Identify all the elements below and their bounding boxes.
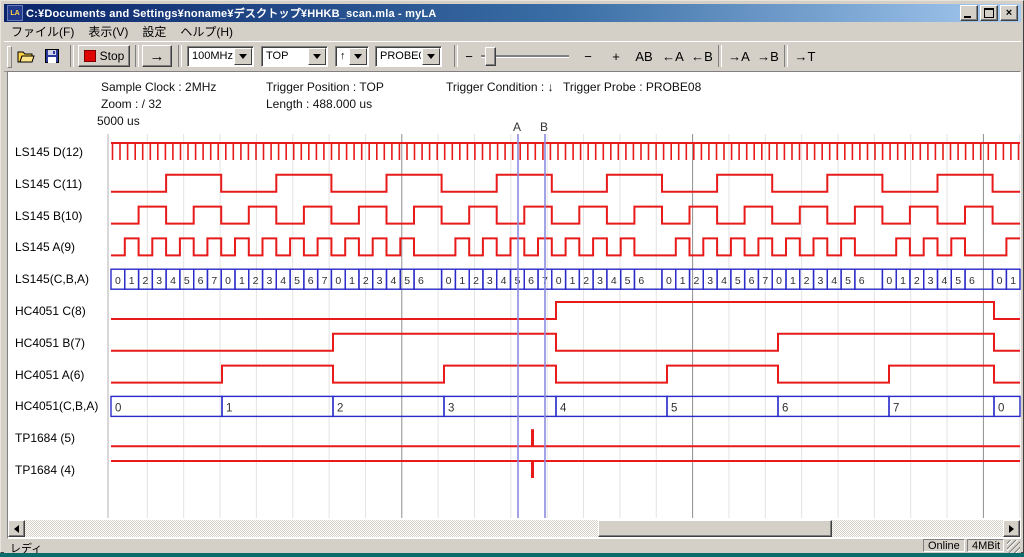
combo-dropdown-button[interactable] (422, 48, 440, 65)
open-folder-icon (17, 49, 35, 63)
menubar: ファイル(F)表示(V)設定ヘルプ(H) (4, 22, 1021, 41)
channel-label[interactable]: HC4051 B(7) (15, 336, 107, 351)
arrow-right-icon (1009, 525, 1014, 533)
sample-clock-info: Sample Clock : 2MHz (101, 80, 216, 94)
titlebar: LA C:¥Documents and Settings¥noname¥デスクト… (4, 4, 1021, 22)
open-file-button[interactable] (14, 45, 38, 67)
chevron-down-icon (427, 54, 435, 59)
arrow-left-icon (14, 525, 19, 533)
stop-button-label: Stop (100, 49, 125, 63)
window-title: C:¥Documents and Settings¥noname¥デスクトップ¥… (26, 5, 960, 21)
menu-item[interactable]: ファイル(F) (4, 21, 81, 42)
status-ready-text: レディ (10, 540, 42, 556)
channel-label[interactable]: LS145 A(9) (15, 240, 107, 255)
sample-clock-select[interactable]: 100MHz (187, 46, 254, 67)
chevron-down-icon (239, 54, 247, 59)
channel-label[interactable]: TP1684 (5) (15, 431, 107, 446)
combo-dropdown-button[interactable] (349, 48, 367, 65)
goto-prev-a-button[interactable]: ←A (660, 46, 686, 66)
horizontal-scrollbar[interactable] (8, 520, 1020, 537)
combo-dropdown-button[interactable] (308, 48, 326, 65)
chevron-down-icon (354, 54, 362, 59)
channel-label[interactable]: HC4051 C(8) (15, 304, 107, 319)
app-window: LA C:¥Documents and Settings¥noname¥デスクト… (0, 0, 1024, 553)
minimize-icon (964, 16, 971, 18)
toolbar-grip[interactable] (7, 46, 12, 68)
toolbar: Stop → 100MHz TOP ↑ PROBE00 − −+AB ←A←B→… (4, 41, 1021, 72)
trigger-position-info: Trigger Position : TOP (266, 80, 384, 94)
window-controls: × (960, 5, 1018, 21)
channel-label[interactable]: LS145 B(10) (15, 209, 107, 224)
toolbar-separator (178, 45, 182, 67)
scroll-right-button[interactable] (1003, 520, 1020, 537)
chevron-down-icon (313, 54, 321, 59)
save-file-button[interactable] (40, 45, 64, 67)
toolbar-separator (718, 45, 722, 67)
menu-item[interactable]: ヘルプ(H) (173, 21, 240, 42)
trigger-probe-value: PROBE00 (376, 47, 421, 66)
goto-next-t-button[interactable]: →T (792, 46, 818, 66)
channel-label[interactable]: TP1684 (4) (15, 463, 107, 478)
toolbar-separator (784, 45, 788, 67)
stop-icon (84, 50, 96, 62)
goto-prev-b-button[interactable]: ←B (689, 46, 715, 66)
trigger-edge-value: ↑ (336, 47, 348, 66)
length-info: Length : 488.000 us (266, 97, 372, 111)
maximize-icon (984, 8, 994, 18)
toolbar-separator (135, 45, 139, 67)
status-online-badge: Online (923, 539, 965, 552)
channel-label[interactable]: LS145 D(12) (15, 145, 107, 160)
toolbar-separator (70, 45, 74, 67)
stop-button[interactable]: Stop (78, 45, 130, 67)
channel-label[interactable]: LS145 C(11) (15, 177, 107, 192)
statusbar: レディ Online 4MBit (4, 539, 1021, 553)
combo-dropdown-button[interactable] (234, 48, 252, 65)
floppy-disk-icon (45, 49, 59, 63)
menu-item[interactable]: 設定 (135, 21, 173, 42)
trigger-condition-info: Trigger Condition : ↓ (446, 80, 554, 94)
goto-next-a-button[interactable]: →A (726, 46, 752, 66)
minimize-button[interactable] (960, 5, 978, 21)
zoom-in-button[interactable]: + (604, 46, 628, 66)
channel-label[interactable]: HC4051(C,B,A) (15, 399, 107, 414)
maximize-button[interactable] (980, 5, 998, 21)
zoom-slider-min-label: − (462, 46, 476, 66)
trigger-probe-info: Trigger Probe : PROBE08 (563, 80, 701, 94)
scroll-left-button[interactable] (8, 520, 25, 537)
run-arrow-icon: → (150, 48, 165, 65)
resize-grip[interactable] (1007, 540, 1020, 553)
trigger-position-select[interactable]: TOP (261, 46, 328, 67)
zoom-info: Zoom : / 32 (101, 97, 162, 111)
trigger-probe-select[interactable]: PROBE00 (375, 46, 442, 67)
zoom-out-button[interactable]: − (576, 46, 600, 66)
toolbar-separator (454, 45, 458, 67)
waveform-panel[interactable] (7, 71, 1021, 539)
run-button[interactable]: → (142, 45, 172, 67)
goto-next-b-button[interactable]: →B (755, 46, 781, 66)
scrollbar-thumb[interactable] (598, 520, 832, 537)
close-button[interactable]: × (1000, 5, 1018, 21)
zoom-ab-button[interactable]: AB (632, 46, 656, 66)
status-memory-badge: 4MBit (967, 539, 1004, 552)
app-icon[interactable]: LA (7, 5, 23, 21)
channel-label[interactable]: LS145(C,B,A) (15, 272, 107, 287)
menu-item[interactable]: 表示(V) (81, 21, 135, 42)
timebase-label: 5000 us (97, 114, 140, 128)
trigger-position-value: TOP (262, 47, 307, 66)
sample-clock-value: 100MHz (188, 47, 233, 66)
channel-label[interactable]: HC4051 A(6) (15, 368, 107, 383)
zoom-slider-thumb[interactable] (485, 47, 496, 66)
close-icon: × (1006, 8, 1012, 18)
trigger-edge-select[interactable]: ↑ (335, 46, 369, 67)
